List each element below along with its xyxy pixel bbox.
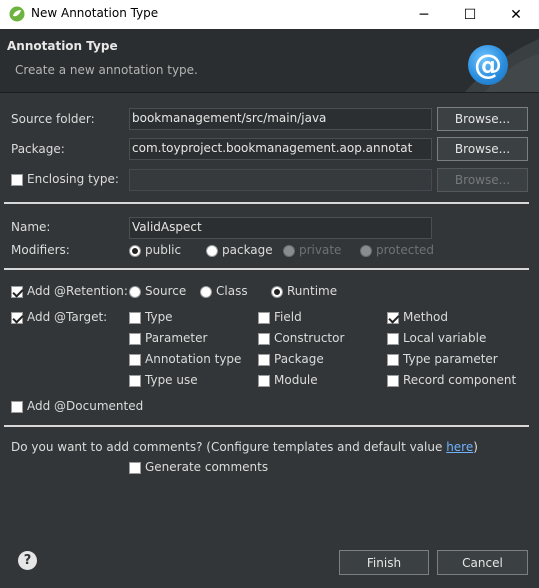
- target-module-checkbox[interactable]: [258, 375, 270, 387]
- configure-templates-link[interactable]: here: [446, 440, 473, 454]
- comments-question-close: ): [473, 440, 478, 454]
- source-folder-input[interactable]: bookmanagement/src/main/java: [129, 108, 432, 130]
- target-parameter-label: Parameter: [145, 331, 208, 345]
- maximize-icon: ☐: [463, 6, 477, 23]
- retention-runtime-radio[interactable]: [271, 286, 283, 298]
- spring-tool-suite-icon: [9, 6, 25, 22]
- enclosing-type-input[interactable]: [129, 169, 432, 191]
- help-icon[interactable]: ?: [18, 551, 37, 570]
- target-type-label: Type: [145, 310, 173, 324]
- modifier-package-radio[interactable]: [206, 245, 218, 257]
- maximize-button[interactable]: ☐: [447, 0, 493, 29]
- target-record-component-label: Record component: [403, 373, 517, 387]
- name-input[interactable]: ValidAspect: [129, 217, 432, 239]
- target-constructor-label: Constructor: [274, 331, 345, 345]
- target-type-parameter-checkbox[interactable]: [387, 354, 399, 366]
- target-parameter-checkbox[interactable]: [129, 333, 141, 345]
- section-divider: [4, 268, 529, 270]
- modifier-protected-label: protected: [376, 243, 435, 257]
- generate-comments-label: Generate comments: [145, 460, 269, 474]
- target-method-label: Method: [403, 310, 449, 324]
- package-browse-button[interactable]: Browse...: [437, 137, 528, 161]
- wizard-heading: Annotation Type: [7, 39, 118, 53]
- target-record-component-checkbox[interactable]: [387, 375, 399, 387]
- modifier-private-radio[interactable]: [283, 245, 295, 257]
- package-label: Package:: [11, 142, 65, 156]
- add-retention-checkbox[interactable]: [11, 286, 23, 298]
- generate-comments-checkbox[interactable]: [129, 462, 141, 474]
- retention-class-label: Class: [216, 284, 248, 298]
- modifier-public-label: public: [145, 243, 182, 257]
- cancel-button[interactable]: Cancel: [437, 550, 528, 575]
- name-label: Name:: [11, 220, 51, 234]
- enclosing-type-browse-button[interactable]: Browse...: [437, 168, 528, 192]
- target-package-label: Package: [274, 352, 324, 366]
- close-icon: ✕: [510, 6, 522, 23]
- section-divider: [4, 202, 529, 204]
- target-constructor-checkbox[interactable]: [258, 333, 270, 345]
- target-package-checkbox[interactable]: [258, 354, 270, 366]
- target-method-checkbox[interactable]: [387, 312, 399, 324]
- modifier-public-radio[interactable]: [129, 245, 141, 257]
- annotation-at-icon: @: [468, 45, 508, 85]
- wizard-banner: Annotation Type Create a new annotation …: [0, 29, 539, 92]
- enclosing-type-checkbox[interactable]: [11, 174, 23, 186]
- retention-class-radio[interactable]: [200, 286, 212, 298]
- comments-question-text: Do you want to add comments? (Configure …: [11, 440, 447, 454]
- modifier-package-label: package: [222, 243, 273, 257]
- add-target-label: Add @Target:: [27, 310, 108, 324]
- target-type-parameter-label: Type parameter: [403, 352, 498, 366]
- source-folder-browse-button[interactable]: Browse...: [437, 107, 528, 131]
- section-divider: [4, 425, 529, 427]
- add-retention-label: Add @Retention:: [27, 284, 128, 298]
- finish-button[interactable]: Finish: [339, 550, 429, 575]
- minimize-icon: ─: [419, 6, 429, 23]
- retention-runtime-label: Runtime: [287, 284, 338, 298]
- retention-source-radio[interactable]: [129, 286, 141, 298]
- target-module-label: Module: [274, 373, 318, 387]
- comments-question: Do you want to add comments? (Configure …: [11, 440, 478, 454]
- target-local-variable-label: Local variable: [403, 331, 487, 345]
- wizard-subtitle: Create a new annotation type.: [15, 63, 198, 77]
- target-field-label: Field: [274, 310, 302, 324]
- enclosing-type-label: Enclosing type:: [27, 172, 119, 186]
- target-type-checkbox[interactable]: [129, 312, 141, 324]
- package-input[interactable]: com.toyproject.bookmanagement.aop.annota…: [129, 138, 432, 160]
- target-type-use-checkbox[interactable]: [129, 375, 141, 387]
- minimize-button[interactable]: ─: [401, 0, 447, 29]
- target-type-use-label: Type use: [145, 373, 198, 387]
- target-annotation-type-checkbox[interactable]: [129, 354, 141, 366]
- source-folder-label: Source folder:: [11, 112, 95, 126]
- retention-source-label: Source: [145, 284, 187, 298]
- modifiers-label: Modifiers:: [11, 243, 70, 257]
- title-bar: New Annotation Type ─ ☐ ✕: [0, 0, 539, 29]
- target-local-variable-checkbox[interactable]: [387, 333, 399, 345]
- close-button[interactable]: ✕: [493, 0, 539, 29]
- banner-divider: [0, 92, 539, 93]
- target-field-checkbox[interactable]: [258, 312, 270, 324]
- add-documented-checkbox[interactable]: [11, 401, 23, 413]
- add-target-checkbox[interactable]: [11, 312, 23, 324]
- window-title: New Annotation Type: [31, 6, 159, 20]
- target-annotation-type-label: Annotation type: [145, 352, 242, 366]
- add-documented-label: Add @Documented: [27, 399, 144, 413]
- modifier-protected-radio[interactable]: [360, 245, 372, 257]
- modifier-private-label: private: [299, 243, 342, 257]
